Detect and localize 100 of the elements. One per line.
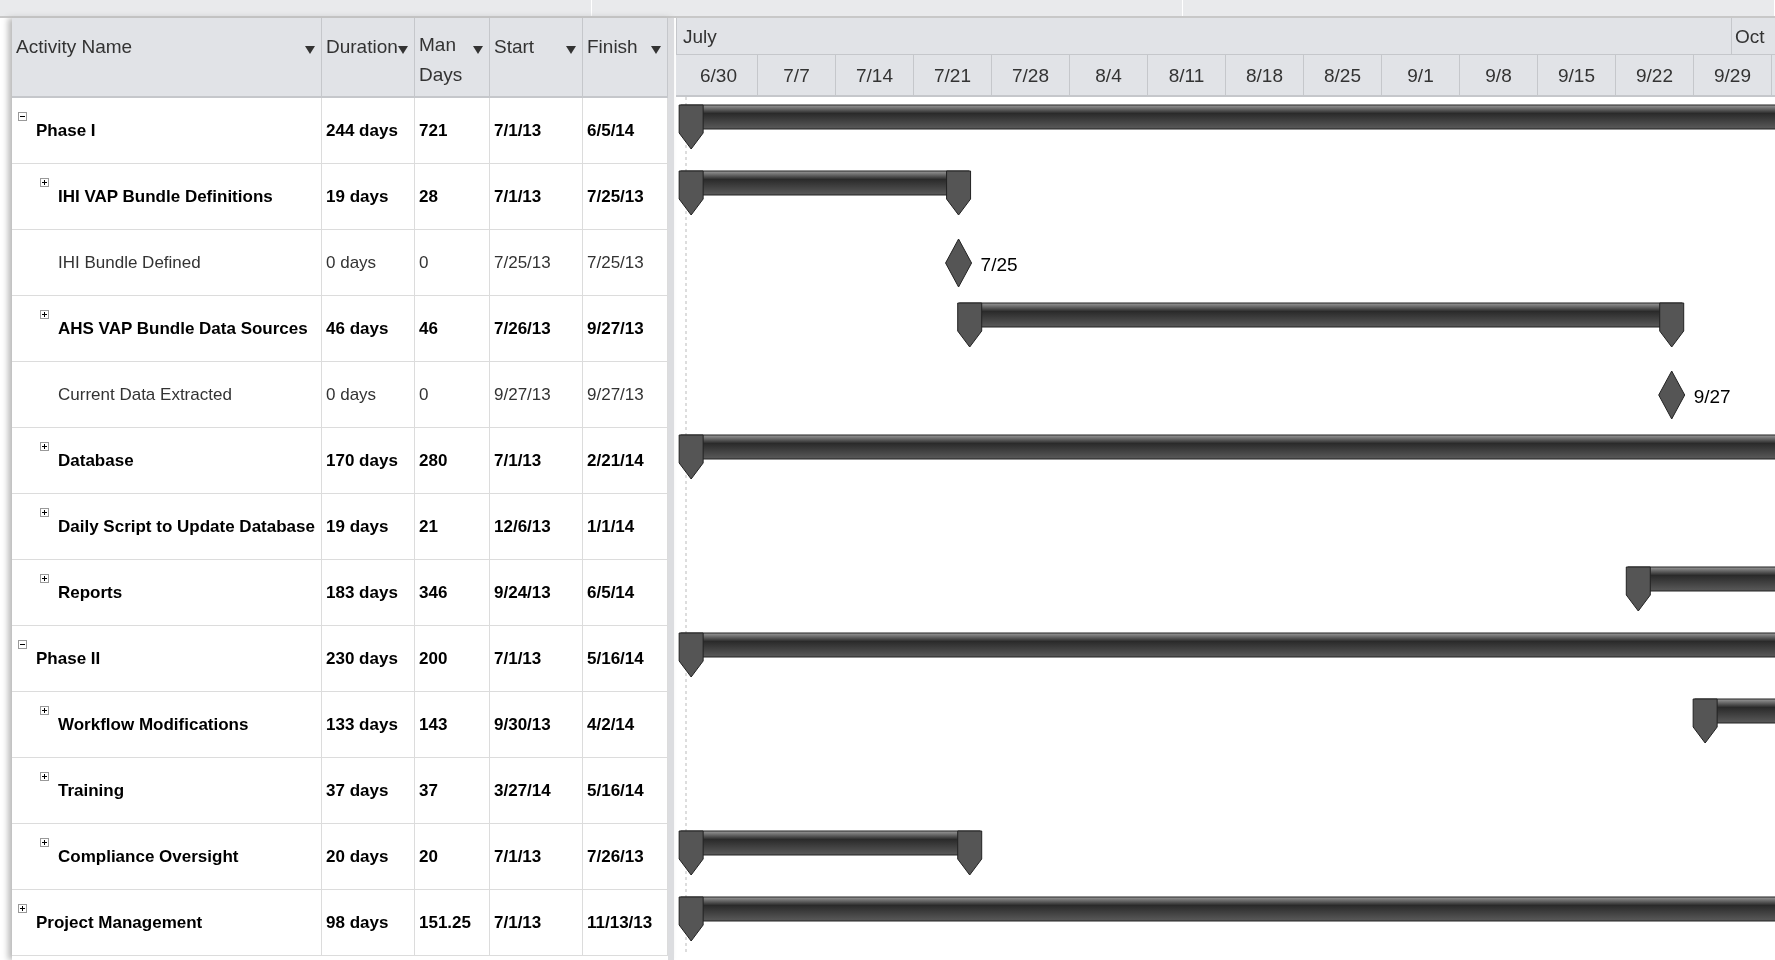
gantt-bar[interactable]: [678, 104, 1775, 150]
dropdown-arrow-icon[interactable]: [473, 46, 483, 54]
gantt-bar[interactable]: [678, 830, 983, 876]
start-date-cell: 7/26/13: [494, 318, 551, 339]
week-label: 8/18: [1226, 55, 1304, 95]
activity-name: Reports: [58, 582, 123, 603]
gantt-bar[interactable]: [678, 434, 1775, 480]
dropdown-arrow-icon[interactable]: [305, 46, 315, 54]
finish-date-cell: 6/5/14: [587, 120, 635, 141]
gantt-bar[interactable]: [1625, 566, 1775, 612]
finish-date-cell: 9/27/13: [587, 318, 644, 339]
man-days-cell: 151.25: [419, 912, 471, 933]
duration-cell: 0 days: [326, 252, 377, 273]
week-label: 8/4: [1070, 55, 1148, 95]
activity-name: Database: [58, 450, 134, 471]
start-date-cell: 7/25/13: [494, 252, 551, 273]
week-label: 9/22: [1616, 55, 1694, 95]
duration-cell: 183 days: [326, 582, 398, 603]
start-date-cell: 9/27/13: [494, 384, 551, 405]
finish-date-cell: 7/25/13: [587, 186, 644, 207]
milestone-diamond[interactable]: [1658, 370, 1686, 420]
week-label: 9/1: [1382, 55, 1460, 95]
expand-icon[interactable]: [40, 310, 52, 319]
column-header[interactable]: Duration: [322, 18, 415, 96]
month-label: July: [676, 18, 1731, 54]
expand-icon[interactable]: [40, 772, 52, 781]
start-date-cell: 7/1/13: [494, 120, 542, 141]
activity-name: Project Management: [36, 912, 203, 933]
milestone-diamond[interactable]: [945, 238, 973, 288]
finish-date-cell: 4/2/14: [587, 714, 635, 735]
activity-name: Compliance Oversight: [58, 846, 239, 867]
expand-icon[interactable]: [18, 904, 30, 913]
duration-cell: 230 days: [326, 648, 398, 669]
dropdown-arrow-icon[interactable]: [651, 46, 661, 54]
man-days-cell: 0: [419, 384, 429, 405]
column-header[interactable]: Finish: [583, 18, 668, 96]
duration-cell: 98 days: [326, 912, 389, 933]
man-days-cell: 721: [419, 120, 448, 141]
collapse-icon[interactable]: [18, 640, 30, 649]
milestone-date: 7/25: [980, 254, 1018, 275]
week-label: 7/7: [758, 55, 836, 95]
man-days-cell: 200: [419, 648, 448, 669]
man-days-cell: 280: [419, 450, 448, 471]
activity-name: Workflow Modifications: [58, 714, 249, 735]
finish-date-cell: 5/16/14: [587, 648, 644, 669]
start-date-cell: 9/24/13: [494, 582, 551, 603]
month-label: Oct: [1731, 18, 1775, 54]
week-label: 8/11: [1148, 55, 1226, 95]
column-header[interactable]: Start: [490, 18, 583, 96]
gantt-bar[interactable]: [678, 170, 972, 216]
activity-name: Training: [58, 780, 125, 801]
week-label: 9/15: [1538, 55, 1616, 95]
duration-cell: 37 days: [326, 780, 389, 801]
activity-name: Current Data Extracted: [58, 384, 232, 405]
start-date-cell: 7/1/13: [494, 186, 542, 207]
gantt-bar[interactable]: [678, 896, 1775, 942]
start-date-cell: 3/27/14: [494, 780, 551, 801]
start-date-cell: 7/1/13: [494, 912, 542, 933]
duration-cell: 19 days: [326, 516, 389, 537]
start-date-cell: 7/1/13: [494, 450, 542, 471]
activity-name: Phase I: [36, 120, 96, 141]
man-days-cell: 46: [419, 318, 438, 339]
activity-name: AHS VAP Bundle Data Sources: [58, 318, 308, 339]
activity-name: IHI Bundle Defined: [58, 252, 201, 273]
gantt-bar[interactable]: [678, 632, 1775, 678]
milestone-date: 9/27: [1693, 386, 1731, 407]
activity-name: IHI VAP Bundle Definitions: [58, 186, 273, 207]
collapse-icon[interactable]: [18, 112, 30, 121]
finish-date-cell: 7/26/13: [587, 846, 644, 867]
expand-icon[interactable]: [40, 706, 52, 715]
finish-date-cell: 5/16/14: [587, 780, 644, 801]
finish-date-cell: 7/25/13: [587, 252, 644, 273]
expand-icon[interactable]: [40, 574, 52, 583]
man-days-cell: 20: [419, 846, 438, 867]
week-label: 7/21: [914, 55, 992, 95]
dropdown-arrow-icon[interactable]: [398, 46, 408, 54]
start-date-cell: 7/1/13: [494, 846, 542, 867]
man-days-cell: 28: [419, 186, 438, 207]
duration-cell: 133 days: [326, 714, 398, 735]
dropdown-arrow-icon[interactable]: [566, 46, 576, 54]
week-label: 9/29: [1694, 55, 1772, 95]
man-days-cell: 0: [419, 252, 429, 273]
duration-cell: 0 days: [326, 384, 377, 405]
finish-date-cell: 9/27/13: [587, 384, 644, 405]
week-label: 7/28: [992, 55, 1070, 95]
expand-icon[interactable]: [40, 508, 52, 517]
week-label: 8/25: [1304, 55, 1382, 95]
activity-name: Daily Script to Update Database: [58, 516, 315, 537]
gantt-bar[interactable]: [1692, 698, 1775, 744]
activity-name: Phase II: [36, 648, 101, 669]
finish-date-cell: 2/21/14: [587, 450, 644, 471]
week-label: 9/8: [1460, 55, 1538, 95]
expand-icon[interactable]: [40, 178, 52, 187]
finish-date-cell: 11/13/13: [587, 912, 653, 933]
column-header[interactable]: Activity Name: [12, 18, 322, 96]
gantt-bar[interactable]: [957, 302, 1685, 348]
man-days-cell: 143: [419, 714, 448, 735]
expand-icon[interactable]: [40, 442, 52, 451]
column-header[interactable]: Man Days: [415, 18, 490, 96]
expand-icon[interactable]: [40, 838, 52, 847]
